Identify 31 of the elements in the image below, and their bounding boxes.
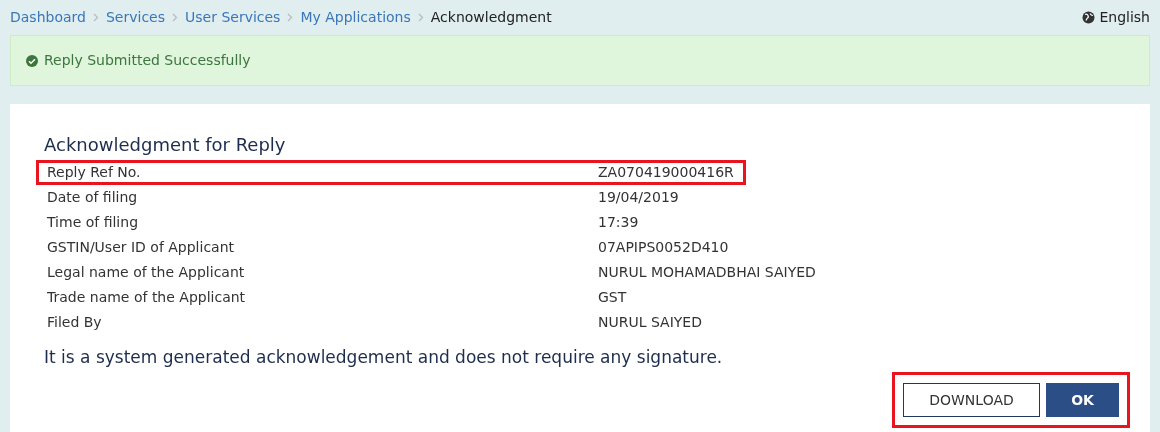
ok-button[interactable]: OK <box>1046 383 1119 417</box>
breadcrumb-link[interactable]: Services <box>105 7 165 28</box>
row-value: GST <box>598 288 627 307</box>
row-label: Reply Ref No. <box>47 163 142 182</box>
card-title: Acknowledgment for Reply <box>44 134 287 156</box>
row-label: Trade name of the Applicant <box>47 288 247 307</box>
row-value: 19/04/2019 <box>598 188 679 207</box>
globe-icon <box>1082 11 1096 24</box>
row-label: Time of filing <box>47 213 139 232</box>
row-label: Legal name of the Applicant <box>47 263 246 282</box>
chevron-icon <box>287 13 294 22</box>
language-link[interactable]: English <box>1099 7 1150 28</box>
breadcrumb-link[interactable]: User Services <box>185 7 281 28</box>
row-value: NURUL SAIYED <box>598 313 702 332</box>
row-label: GSTIN/User ID of Applicant <box>47 238 236 257</box>
breadcrumb-link[interactable]: My Applications <box>300 7 411 28</box>
row-label: Filed By <box>47 313 103 332</box>
chevron-icon <box>92 13 99 22</box>
breadcrumb-current: Acknowledgment <box>430 8 552 27</box>
chevron-icon <box>417 13 424 22</box>
row-label: Date of filing <box>47 188 139 207</box>
row-value: NURUL MOHAMADBHAI SAIYED <box>598 263 816 282</box>
row-value: 07APIPS0052D410 <box>598 238 729 257</box>
chevron-icon <box>172 13 178 22</box>
breadcrumb-link[interactable]: Dashboard <box>10 7 86 28</box>
download-button[interactable]: DOWNLOAD <box>903 383 1040 417</box>
alert-message: Reply Submitted Successfully <box>44 51 251 70</box>
row-value: ZA070419000416R <box>598 163 734 182</box>
check-circle-icon <box>26 54 38 67</box>
note-text: It is a system generated acknowledgement and does not require any signature. <box>44 346 724 369</box>
row-value: 17:39 <box>598 213 639 232</box>
